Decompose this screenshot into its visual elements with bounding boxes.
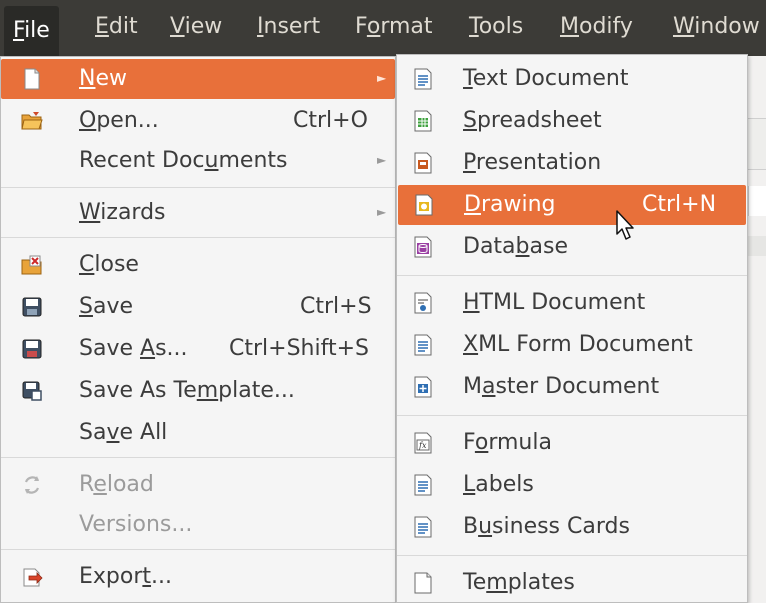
file-menu-export-label: Export...: [79, 564, 173, 589]
file-menu-save-as-template-label: Save As Template...: [79, 378, 295, 403]
close-document-icon: [21, 255, 42, 275]
new-templates[interactable]: Templates: [397, 563, 747, 603]
new-master-document-label: Master Document: [463, 374, 660, 399]
file-menu-close[interactable]: Close: [1, 245, 395, 285]
formula-icon: fx: [414, 432, 432, 454]
menu-format[interactable]: Format: [355, 14, 433, 39]
new-xml-form-document-label: XML Form Document: [463, 332, 693, 357]
file-menu-save-label: Save: [79, 294, 134, 319]
mouse-pointer-icon: [616, 210, 634, 240]
file-menu-open[interactable]: Open... Ctrl+O: [1, 101, 395, 141]
new-drawing[interactable]: Drawing Ctrl+N: [398, 185, 746, 225]
text-document-icon: [414, 68, 432, 90]
menu-separator: [397, 275, 747, 276]
file-menu-save-as-template[interactable]: Save As Template...: [1, 371, 395, 411]
file-menu-versions[interactable]: Versions...: [1, 505, 395, 545]
business-cards-icon: [414, 516, 432, 538]
new-xml-form-document[interactable]: XML Form Document: [397, 325, 747, 365]
new-templates-label: Templates: [463, 570, 575, 595]
menu-edit[interactable]: Edit: [95, 14, 138, 39]
new-submenu: Text Document Spreadsheet Presentation D…: [396, 54, 748, 603]
new-labels[interactable]: Labels: [397, 465, 747, 505]
file-menu-recent-documents[interactable]: Recent Documents ►: [1, 141, 395, 181]
file-menu-save-as-label: Save As...: [79, 336, 188, 361]
toolbar-edge: [748, 118, 766, 170]
shortcut-label: Ctrl+S: [300, 294, 372, 319]
file-menu: New ► Open... Ctrl+O Recent Documents ► …: [0, 56, 396, 603]
new-spreadsheet[interactable]: Spreadsheet: [397, 101, 747, 141]
menu-file[interactable]: File: [4, 6, 59, 56]
submenu-arrow-icon: ►: [377, 71, 387, 85]
menu-separator: [1, 457, 395, 458]
file-menu-versions-label: Versions...: [79, 512, 193, 537]
save-as-icon: [22, 339, 42, 359]
menu-view[interactable]: View: [170, 14, 222, 39]
file-menu-wizards-label: Wizards: [79, 200, 166, 225]
drawing-icon: [415, 194, 433, 216]
new-presentation-label: Presentation: [463, 150, 602, 175]
svg-text:fx: fx: [418, 441, 427, 450]
submenu-arrow-icon: ►: [377, 205, 387, 219]
database-icon: [414, 236, 432, 258]
new-spreadsheet-label: Spreadsheet: [463, 108, 602, 133]
menu-separator: [1, 549, 395, 550]
xml-form-document-icon: [414, 334, 432, 356]
export-icon: [23, 568, 43, 587]
ruler-edge-lower: [748, 236, 766, 256]
save-icon: [22, 297, 42, 317]
reload-icon: [24, 476, 40, 494]
file-menu-save-as[interactable]: Save As... Ctrl+Shift+S: [1, 329, 395, 369]
shortcut-label: Ctrl+O: [293, 108, 368, 133]
menu-modify[interactable]: Modify: [560, 14, 633, 39]
file-menu-new-label: New: [79, 66, 127, 91]
file-menu-new[interactable]: New ►: [1, 59, 395, 99]
new-business-cards-label: Business Cards: [463, 514, 630, 539]
submenu-arrow-icon: ►: [377, 153, 387, 167]
new-database[interactable]: Database: [397, 227, 747, 267]
menu-insert[interactable]: Insert: [257, 14, 320, 39]
file-menu-wizards[interactable]: Wizards ►: [1, 193, 395, 233]
file-menu-recent-label: Recent Documents: [79, 148, 288, 173]
new-labels-label: Labels: [463, 472, 534, 497]
menubar: File Edit View Insert Format Tools Modif…: [0, 0, 766, 56]
new-database-label: Database: [463, 234, 568, 259]
file-menu-open-label: Open...: [79, 108, 159, 133]
master-document-icon: [414, 376, 432, 398]
shortcut-label: Ctrl+N: [642, 192, 717, 217]
new-document-icon: [24, 68, 40, 90]
labels-icon: [414, 474, 432, 496]
file-menu-close-label: Close: [79, 252, 139, 277]
new-text-document[interactable]: Text Document: [397, 59, 747, 99]
menu-window[interactable]: Window: [673, 14, 760, 39]
menu-separator: [397, 555, 747, 556]
file-menu-save[interactable]: Save Ctrl+S: [1, 287, 395, 327]
file-menu-save-all[interactable]: Save All: [1, 413, 395, 453]
spreadsheet-icon: [414, 110, 432, 132]
templates-icon: [414, 572, 432, 594]
menu-separator: [1, 237, 395, 238]
menu-separator: [1, 187, 395, 188]
file-menu-export[interactable]: Export...: [1, 557, 395, 597]
html-document-icon: [414, 292, 432, 314]
new-text-document-label: Text Document: [463, 66, 629, 91]
new-business-cards[interactable]: Business Cards: [397, 507, 747, 547]
document-background: [748, 56, 766, 603]
menu-separator: [397, 415, 747, 416]
shortcut-label: Ctrl+Shift+S: [229, 336, 369, 361]
menu-tools[interactable]: Tools: [469, 14, 523, 39]
file-menu-reload[interactable]: Reload: [1, 465, 395, 505]
new-html-document[interactable]: HTML Document: [397, 283, 747, 323]
file-menu-reload-label: Reload: [79, 472, 154, 497]
new-formula-label: Formula: [463, 430, 552, 455]
new-master-document[interactable]: Master Document: [397, 367, 747, 407]
presentation-icon: [414, 152, 432, 174]
file-menu-save-all-label: Save All: [79, 420, 168, 445]
ruler-edge: [748, 186, 766, 216]
save-as-template-icon: [22, 381, 42, 401]
open-folder-icon: [21, 112, 43, 130]
new-presentation[interactable]: Presentation: [397, 143, 747, 183]
new-html-document-label: HTML Document: [463, 290, 646, 315]
new-drawing-label: Drawing: [464, 192, 556, 217]
new-formula[interactable]: fx Formula: [397, 423, 747, 463]
